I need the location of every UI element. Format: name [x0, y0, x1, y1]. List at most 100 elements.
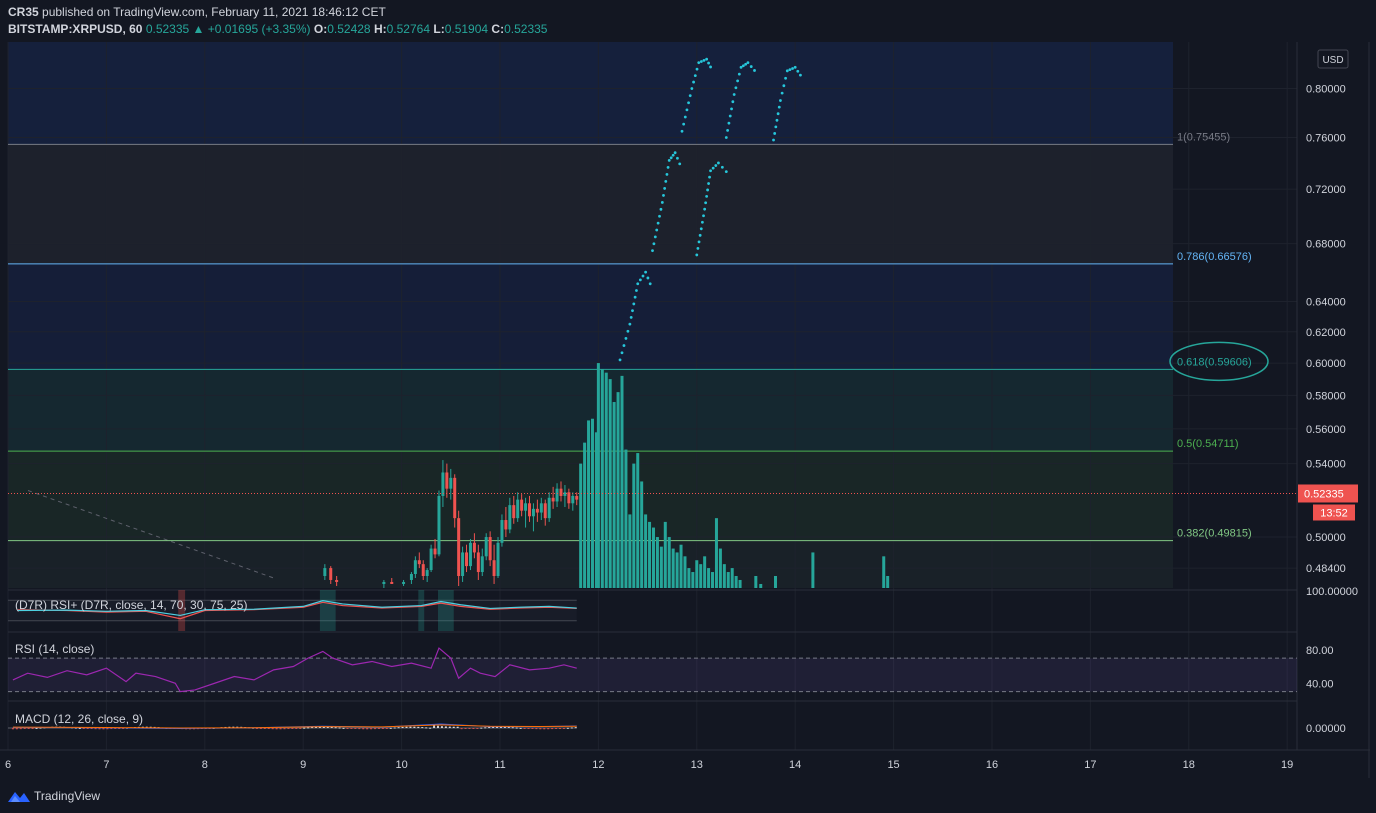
bar-27	[683, 556, 687, 588]
bar-23	[667, 537, 671, 588]
symbol-label[interactable]: BITSTAMP:XRPUSD, 60	[8, 22, 142, 36]
projection-dot	[784, 76, 787, 80]
projection-dot	[707, 61, 710, 65]
fib-band-4	[8, 451, 1173, 541]
macd-hist-bar	[562, 728, 565, 729]
candle-body-1	[329, 568, 333, 580]
projection-dot	[631, 309, 634, 313]
macd-hist-bar	[543, 728, 546, 730]
publisher-name[interactable]: CR35	[8, 5, 39, 19]
x-tick-9: 9	[300, 759, 306, 771]
projection-dot	[671, 153, 675, 157]
rsi-title: RSI (14, close)	[15, 642, 94, 656]
bar-24	[671, 548, 675, 588]
projection-dot	[636, 282, 640, 286]
bar-45	[811, 552, 815, 588]
macd-hist-bar	[35, 727, 38, 729]
fib-band-5	[8, 540, 1173, 588]
macd-hist-bar	[551, 728, 554, 730]
macd-hist-bar	[393, 727, 396, 729]
macd-hist-bar	[547, 728, 550, 730]
macd-hist-bar	[291, 728, 294, 729]
bar-1	[583, 442, 587, 588]
bar-30	[695, 560, 699, 588]
projection-dot	[680, 129, 684, 133]
projection-dot	[666, 165, 670, 169]
candle-body-28	[496, 542, 500, 576]
projection-dot	[709, 169, 712, 173]
projection-dot	[662, 194, 665, 197]
macd-hist-bar	[295, 728, 298, 729]
projection-dot	[707, 182, 710, 185]
tradingview-logo-text: TradingView	[34, 789, 101, 803]
macd-hist-bar	[555, 728, 558, 729]
fib-band-0	[8, 42, 1173, 145]
projection-dot	[659, 207, 663, 211]
projection-dot	[705, 57, 709, 61]
bar-12	[624, 449, 628, 588]
projection-dot	[669, 156, 673, 160]
macd-hist-bar	[350, 728, 353, 729]
macd-hist-bar	[425, 727, 428, 729]
x-tick-18: 18	[1183, 759, 1195, 771]
candle-body-47	[571, 495, 575, 504]
candle-body-41	[547, 497, 551, 519]
macd-hist-bar	[460, 728, 463, 730]
candle-body-48	[575, 495, 579, 500]
rsi-tick-80: 80.00	[1306, 645, 1334, 657]
tradingview-logo[interactable]: TradingView	[8, 789, 100, 803]
projection-dot	[658, 214, 661, 218]
macd-hist-bar	[409, 726, 412, 728]
bar-6	[600, 369, 604, 588]
bar-46	[882, 556, 886, 588]
chart-canvas[interactable]: 1(0.75455) 0.786(0.66576) 0.618(0.59606) 0.…	[0, 0, 1376, 813]
macd-hist-bar	[377, 728, 380, 729]
candle-body-23	[476, 552, 480, 573]
projection-dot	[717, 161, 720, 165]
price-change: +0.01695 (+3.35%)	[207, 22, 311, 36]
bar-18	[648, 521, 652, 588]
bar-36	[718, 548, 722, 588]
bar-10	[616, 392, 620, 588]
fib-band-1	[8, 144, 1173, 264]
projection-dot	[685, 108, 689, 112]
d7r-highlight-0	[319, 590, 336, 631]
bar-15	[636, 453, 640, 588]
close-value: 0.52335	[504, 22, 548, 36]
projection-dot	[739, 65, 743, 69]
bar-33	[707, 568, 711, 588]
macd-hist-bar	[19, 728, 22, 730]
macd-hist-bar	[452, 726, 455, 728]
macd-hist-bar	[283, 728, 286, 730]
candle-body-43	[555, 488, 559, 502]
bar-20	[655, 537, 659, 588]
projection-dot	[683, 115, 687, 119]
bar-9	[612, 402, 616, 588]
projection-dot	[656, 221, 660, 225]
projection-dot	[638, 278, 642, 282]
x-tick-15: 15	[887, 759, 899, 771]
macd-hist-bar	[480, 727, 483, 729]
projection-dot	[728, 114, 732, 118]
projection-dot	[706, 188, 710, 192]
projection-dot	[749, 65, 753, 68]
macd-hist-bar	[15, 728, 18, 730]
projection-dot	[692, 80, 695, 84]
candle-body-18	[457, 518, 461, 576]
projection-dot	[777, 105, 781, 109]
candle-body-4	[390, 581, 394, 584]
candle-body-26	[488, 537, 492, 561]
x-tick-12: 12	[592, 759, 604, 771]
macd-hist-bar	[275, 728, 278, 730]
macd-tick: 0.00000	[1306, 723, 1346, 735]
bar-14	[632, 463, 636, 588]
last-price: 0.52335	[145, 22, 190, 36]
macd-hist-bar	[539, 728, 542, 730]
projection-dot	[695, 67, 699, 71]
fib-label-1: 1(0.75455)	[1177, 131, 1230, 143]
candle-body-19	[461, 552, 465, 576]
macd-hist-bar	[366, 728, 369, 730]
open-value: 0.52428	[327, 22, 371, 36]
x-tick-19: 19	[1281, 759, 1293, 771]
macd-hist-bar	[519, 727, 522, 729]
